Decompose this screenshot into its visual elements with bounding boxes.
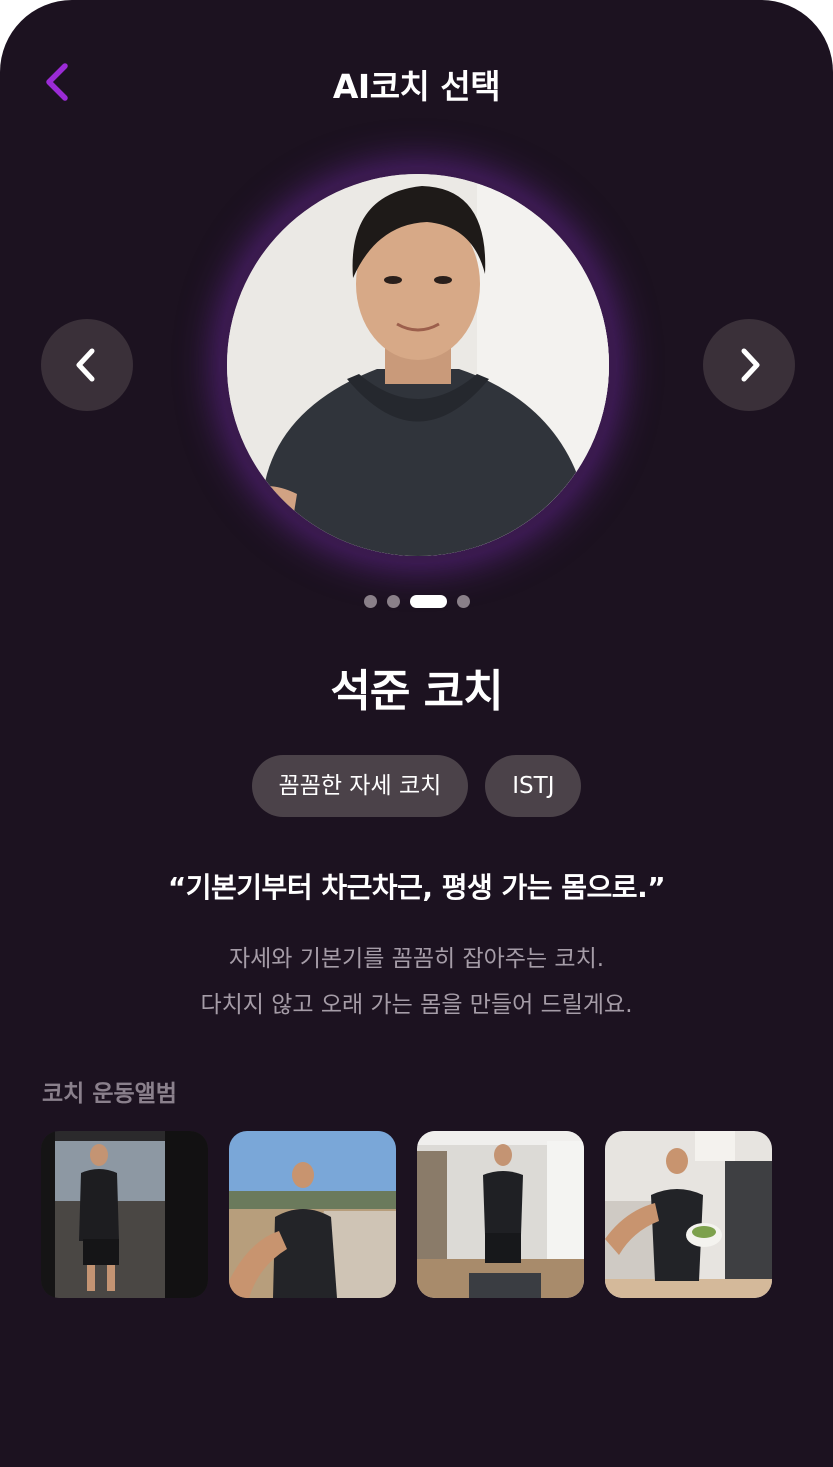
prev-coach-button[interactable] xyxy=(41,319,133,411)
next-coach-button[interactable] xyxy=(703,319,795,411)
workout-album xyxy=(41,1131,772,1298)
coach-description-line: 다치지 않고 오래 가는 몸을 만들어 드릴게요. xyxy=(200,992,633,1018)
pagination-dot[interactable] xyxy=(456,594,470,608)
coach-description: 자세와 기본기를 꼼꼼히 잡아주는 코치. 다치지 않고 오래 가는 몸을 만들… xyxy=(0,936,833,1028)
page-title: AI코치 선택 xyxy=(332,67,501,106)
chevron-right-icon xyxy=(741,348,760,382)
album-photo-room[interactable] xyxy=(417,1131,584,1298)
carousel-pagination xyxy=(0,594,833,608)
pagination-dot[interactable] xyxy=(363,594,377,608)
album-photo-kitchen[interactable] xyxy=(605,1131,772,1298)
pagination-dot[interactable] xyxy=(386,594,400,608)
coach-description-line: 자세와 기본기를 꼼꼼히 잡아주는 코치. xyxy=(228,946,605,972)
coach-name: 석준 코치 xyxy=(330,666,503,717)
album-title: 코치 운동앨범 xyxy=(42,1081,177,1107)
coach-tag-style: 꼼꼼한 자세 코치 xyxy=(251,755,469,817)
coach-tags: 꼼꼼한 자세 코치 ISTJ xyxy=(0,755,833,817)
album-photo-gym[interactable] xyxy=(41,1131,208,1298)
coach-select-screen: AI코치 선택 석준 코치 꼼꼼한 자세 코치 ISTJ “기본기부터 차근차근… xyxy=(0,0,833,1467)
album-photo-park[interactable] xyxy=(229,1131,396,1298)
pagination-dot-active[interactable] xyxy=(409,594,447,608)
chevron-left-icon xyxy=(76,348,95,382)
coach-tag-mbti: ISTJ xyxy=(485,755,582,817)
coach-avatar-frame xyxy=(227,174,609,556)
coach-avatar xyxy=(227,174,609,556)
coach-quote: “기본기부터 차근차근, 평생 가는 몸으로.” xyxy=(167,871,666,904)
